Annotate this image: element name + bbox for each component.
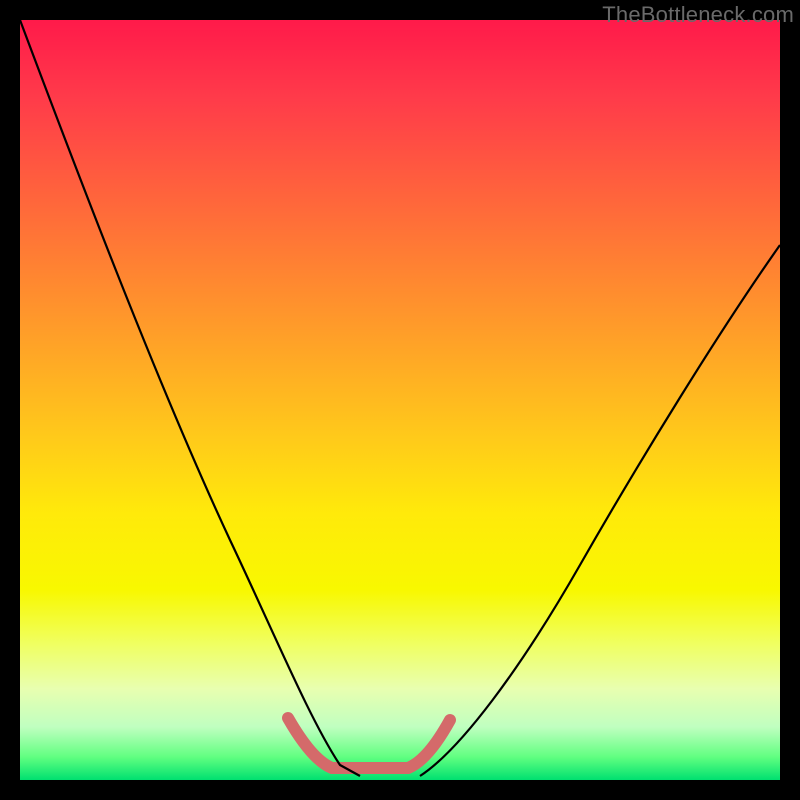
curve-left-branch <box>20 20 360 776</box>
highlight-optimal-region <box>288 718 450 768</box>
chart-plot-area <box>20 20 780 780</box>
watermark-text: TheBottleneck.com <box>602 2 794 28</box>
curve-right-branch <box>420 245 780 776</box>
chart-svg <box>20 20 780 780</box>
